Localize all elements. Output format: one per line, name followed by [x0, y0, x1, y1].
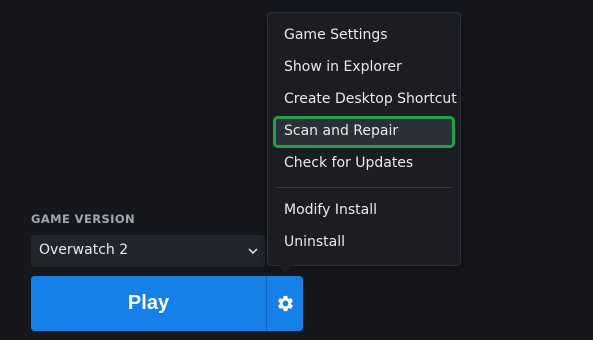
menu-item-uninstall[interactable]: Uninstall — [276, 230, 452, 256]
menu-item-check-for-updates[interactable]: Check for Updates — [276, 151, 452, 177]
menu-item-label: Modify Install — [284, 202, 377, 218]
play-button-label: Play — [127, 292, 170, 314]
play-button-group: Play — [31, 276, 303, 331]
menu-item-label: Uninstall — [284, 234, 346, 250]
menu-separator — [276, 187, 452, 188]
game-options-menu: Game Settings Show in Explorer Create De… — [267, 12, 461, 266]
menu-item-create-desktop-shortcut[interactable]: Create Desktop Shortcut — [276, 87, 457, 113]
menu-item-label: Scan and Repair — [284, 123, 399, 139]
menu-item-scan-and-repair[interactable]: Scan and Repair — [273, 116, 455, 148]
menu-item-game-settings[interactable]: Game Settings — [276, 23, 452, 49]
menu-item-label: Create Desktop Shortcut — [284, 91, 457, 107]
game-version-label: GAME VERSION — [31, 212, 136, 226]
menu-item-label: Game Settings — [284, 27, 388, 43]
play-button[interactable]: Play — [31, 276, 266, 331]
menu-pointer — [277, 265, 293, 273]
game-version-value: Overwatch 2 — [39, 242, 129, 258]
menu-item-label: Show in Explorer — [284, 59, 402, 75]
gear-icon — [277, 295, 293, 312]
chevron-down-icon — [248, 248, 258, 254]
game-options-button[interactable] — [267, 276, 303, 331]
menu-item-label: Check for Updates — [284, 155, 414, 171]
game-version-dropdown[interactable]: Overwatch 2 — [31, 235, 265, 267]
menu-item-show-in-explorer[interactable]: Show in Explorer — [276, 55, 452, 81]
menu-item-modify-install[interactable]: Modify Install — [276, 198, 452, 224]
